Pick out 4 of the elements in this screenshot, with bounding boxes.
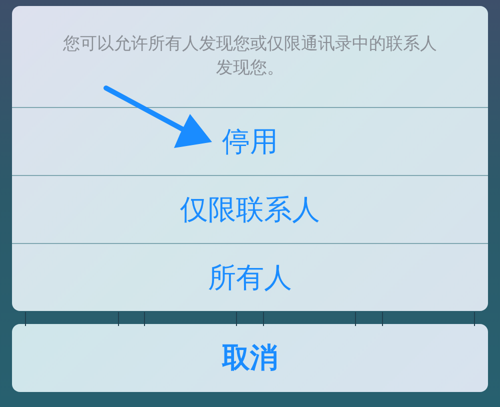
- option-button[interactable]: 仅限联系人: [12, 175, 488, 243]
- cancel-button[interactable]: 取消: [12, 324, 488, 392]
- option-button[interactable]: 所有人: [12, 243, 488, 311]
- sheet-message: 您可以允许所有人发现您或仅限通讯录中的联系人发现您。: [63, 34, 437, 78]
